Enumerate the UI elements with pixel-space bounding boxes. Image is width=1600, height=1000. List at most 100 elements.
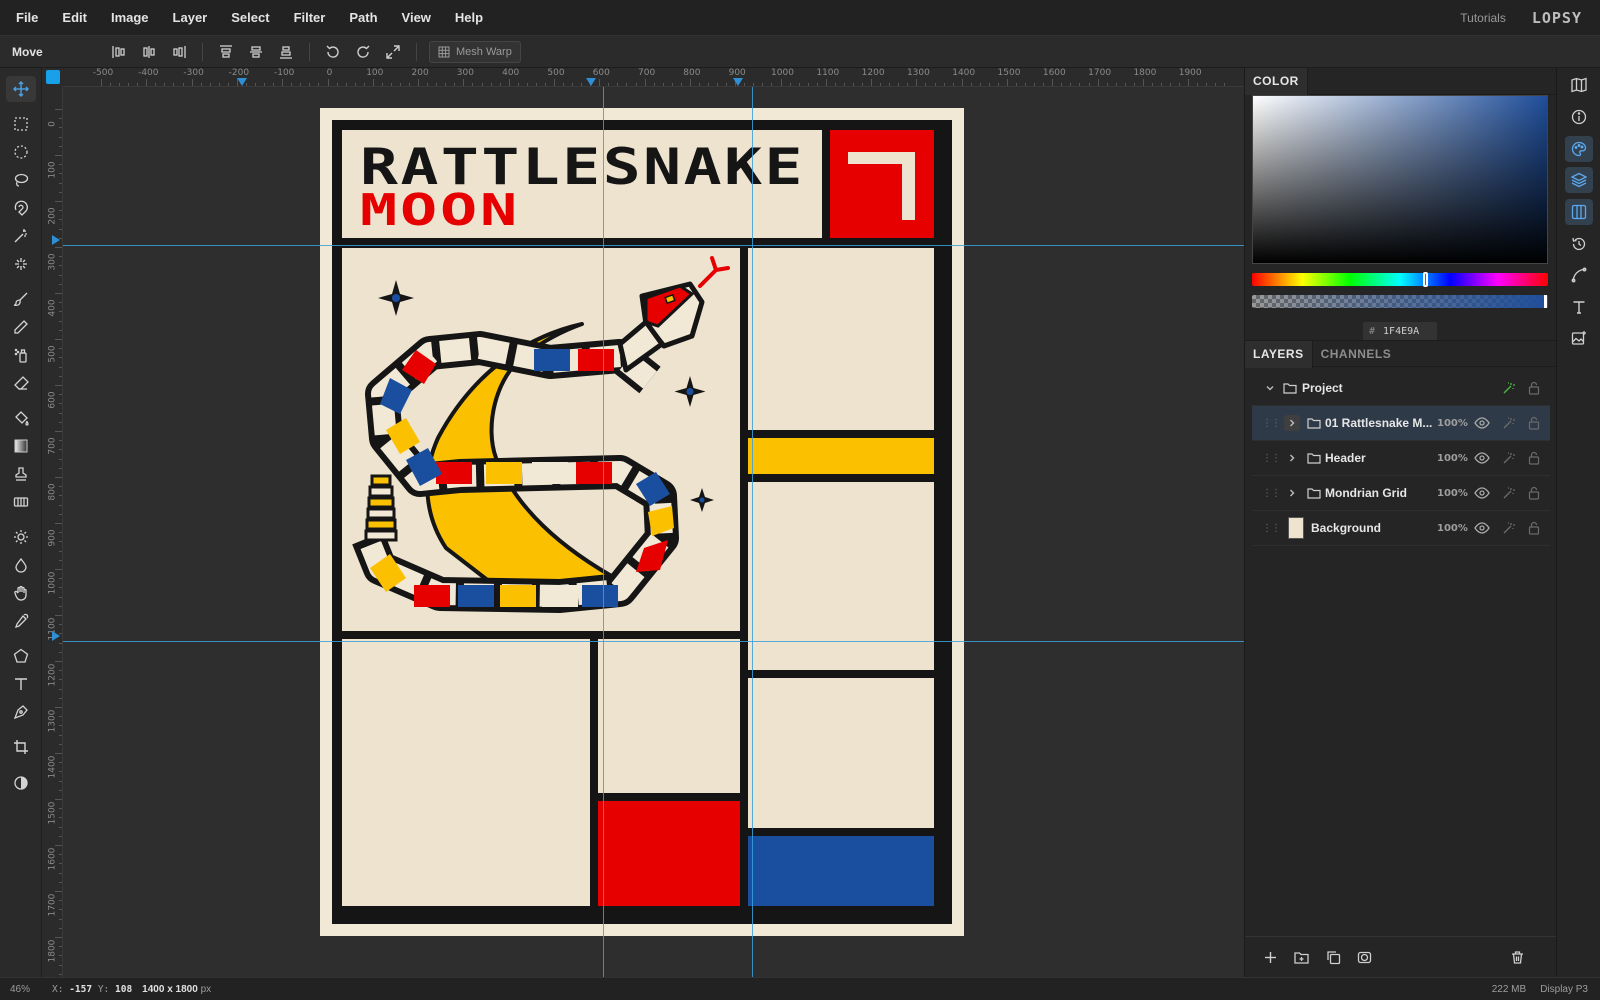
adjust-contrast-icon[interactable] (6, 770, 36, 796)
blur-drop-icon[interactable] (6, 552, 36, 578)
tab-layers[interactable]: LAYERS (1245, 341, 1313, 368)
lock-icon[interactable] (1528, 451, 1540, 465)
navigator-map-icon[interactable] (1565, 72, 1593, 98)
quick-select-icon[interactable] (6, 251, 36, 277)
lasso-icon[interactable] (6, 167, 36, 193)
menu-help[interactable]: Help (447, 10, 491, 25)
menu-select[interactable]: Select (223, 10, 277, 25)
chevron-right-icon[interactable] (1284, 415, 1300, 431)
lock-icon[interactable] (1528, 521, 1540, 535)
layer-row[interactable]: ⋮⋮ 01 Rattlesnake M... 100% (1252, 406, 1550, 441)
guide-marker[interactable] (237, 78, 247, 86)
align-middle-v-button[interactable] (243, 40, 269, 64)
guide-marker[interactable] (586, 78, 596, 86)
alpha-slider[interactable] (1252, 295, 1548, 308)
duplicate-icon[interactable] (1323, 947, 1343, 967)
eye-icon[interactable] (1474, 416, 1490, 430)
menu-file[interactable]: File (8, 10, 46, 25)
align-left-button[interactable] (106, 40, 132, 64)
horizontal-ruler[interactable]: -500 -400 -300 -200 -100 0 100 200 300 400 500 600 7… (63, 68, 1244, 87)
artboard[interactable]: RATTLESNAKE MOON (320, 108, 964, 936)
guide-marker[interactable] (733, 78, 743, 86)
mask-icon[interactable] (1354, 947, 1374, 967)
tab-channels[interactable]: CHANNELS (1313, 341, 1400, 368)
align-right-button[interactable] (166, 40, 192, 64)
magnetic-lasso-icon[interactable] (6, 195, 36, 221)
layer-row[interactable]: ⋮⋮ Background 100% (1252, 511, 1550, 546)
tutorials-link[interactable]: Tutorials (1460, 11, 1506, 25)
mesh-warp-button[interactable]: Mesh Warp (429, 40, 521, 63)
lock-icon[interactable] (1528, 416, 1540, 430)
crop-icon[interactable] (6, 734, 36, 760)
polygon-icon[interactable] (6, 643, 36, 669)
guide-marker[interactable] (52, 235, 60, 245)
menu-view[interactable]: View (394, 10, 439, 25)
rotate-ccw-icon[interactable] (320, 40, 346, 64)
align-top-button[interactable] (213, 40, 239, 64)
menu-image[interactable]: Image (103, 10, 157, 25)
columns-icon[interactable] (1565, 199, 1593, 225)
menu-edit[interactable]: Edit (54, 10, 95, 25)
hex-input[interactable]: # 1F4E9A (1363, 322, 1437, 340)
menu-filter[interactable]: Filter (286, 10, 334, 25)
zoom-level[interactable]: 46% (0, 984, 42, 995)
info-icon[interactable] (1565, 104, 1593, 130)
magic-wand-icon[interactable] (6, 223, 36, 249)
lock-icon[interactable] (1528, 381, 1540, 395)
ruler-origin-button[interactable] (46, 70, 60, 84)
expand-icon[interactable] (380, 40, 406, 64)
rect-select-icon[interactable] (6, 111, 36, 137)
layer-opacity[interactable]: 100% (1437, 523, 1468, 534)
pen-tool-icon[interactable] (6, 699, 36, 725)
dodge-icon[interactable] (6, 524, 36, 550)
guide-marker[interactable] (52, 631, 60, 641)
menu-layer[interactable]: Layer (165, 10, 216, 25)
guide-horizontal[interactable] (63, 641, 1244, 642)
eye-icon[interactable] (1474, 486, 1490, 500)
layer-opacity[interactable]: 100% (1437, 418, 1468, 429)
layer-row[interactable]: ⋮⋮ Header 100% (1252, 441, 1550, 476)
effects-icon[interactable] (1502, 486, 1516, 500)
add-layer-icon[interactable] (1260, 947, 1280, 967)
patch-icon[interactable] (6, 489, 36, 515)
ellipse-select-icon[interactable] (6, 139, 36, 165)
image-add-icon[interactable] (1565, 325, 1593, 351)
chevron-right-icon[interactable] (1284, 450, 1300, 466)
history-icon[interactable] (1565, 231, 1593, 257)
canvas[interactable]: RATTLESNAKE MOON (63, 87, 1244, 977)
color-picker-field[interactable] (1252, 95, 1548, 264)
hue-slider[interactable] (1252, 272, 1548, 287)
chevron-down-icon[interactable] (1262, 380, 1278, 396)
effects-icon[interactable] (1502, 416, 1516, 430)
drag-handle-icon[interactable]: ⋮⋮ (1262, 488, 1281, 499)
effects-icon[interactable] (1502, 381, 1516, 395)
effects-icon[interactable] (1502, 451, 1516, 465)
drag-handle-icon[interactable]: ⋮⋮ (1262, 523, 1281, 534)
color-profile[interactable]: Display P3 (1540, 984, 1588, 995)
tab-color[interactable]: COLOR (1245, 68, 1308, 95)
move-tool-icon[interactable] (6, 76, 36, 102)
layer-row[interactable]: ⋮⋮ Mondrian Grid 100% (1252, 476, 1550, 511)
layer-opacity[interactable]: 100% (1437, 488, 1468, 499)
guide-vertical[interactable] (603, 87, 604, 977)
brush-icon[interactable] (6, 286, 36, 312)
hand-icon[interactable] (6, 580, 36, 606)
vertical-ruler[interactable]: 0 100 200 300 400 500 600 700 800 900 1000 1100 1200… (42, 87, 63, 977)
lock-icon[interactable] (1528, 486, 1540, 500)
align-bottom-button[interactable] (273, 40, 299, 64)
add-folder-icon[interactable] (1291, 947, 1311, 967)
text-tool-icon[interactable] (6, 671, 36, 697)
gradient-icon[interactable] (6, 433, 36, 459)
guide-horizontal[interactable] (63, 245, 1244, 246)
hue-slider-handle[interactable] (1423, 272, 1428, 287)
chevron-right-icon[interactable] (1284, 485, 1300, 501)
eye-icon[interactable] (1474, 451, 1490, 465)
layers-icon[interactable] (1565, 167, 1593, 193)
menu-path[interactable]: Path (341, 10, 385, 25)
paint-bucket-icon[interactable] (6, 405, 36, 431)
eyedropper-icon[interactable] (6, 608, 36, 634)
type-icon[interactable] (1565, 294, 1593, 320)
trash-icon[interactable] (1507, 947, 1527, 967)
rotate-cw-icon[interactable] (350, 40, 376, 64)
effects-icon[interactable] (1502, 521, 1516, 535)
